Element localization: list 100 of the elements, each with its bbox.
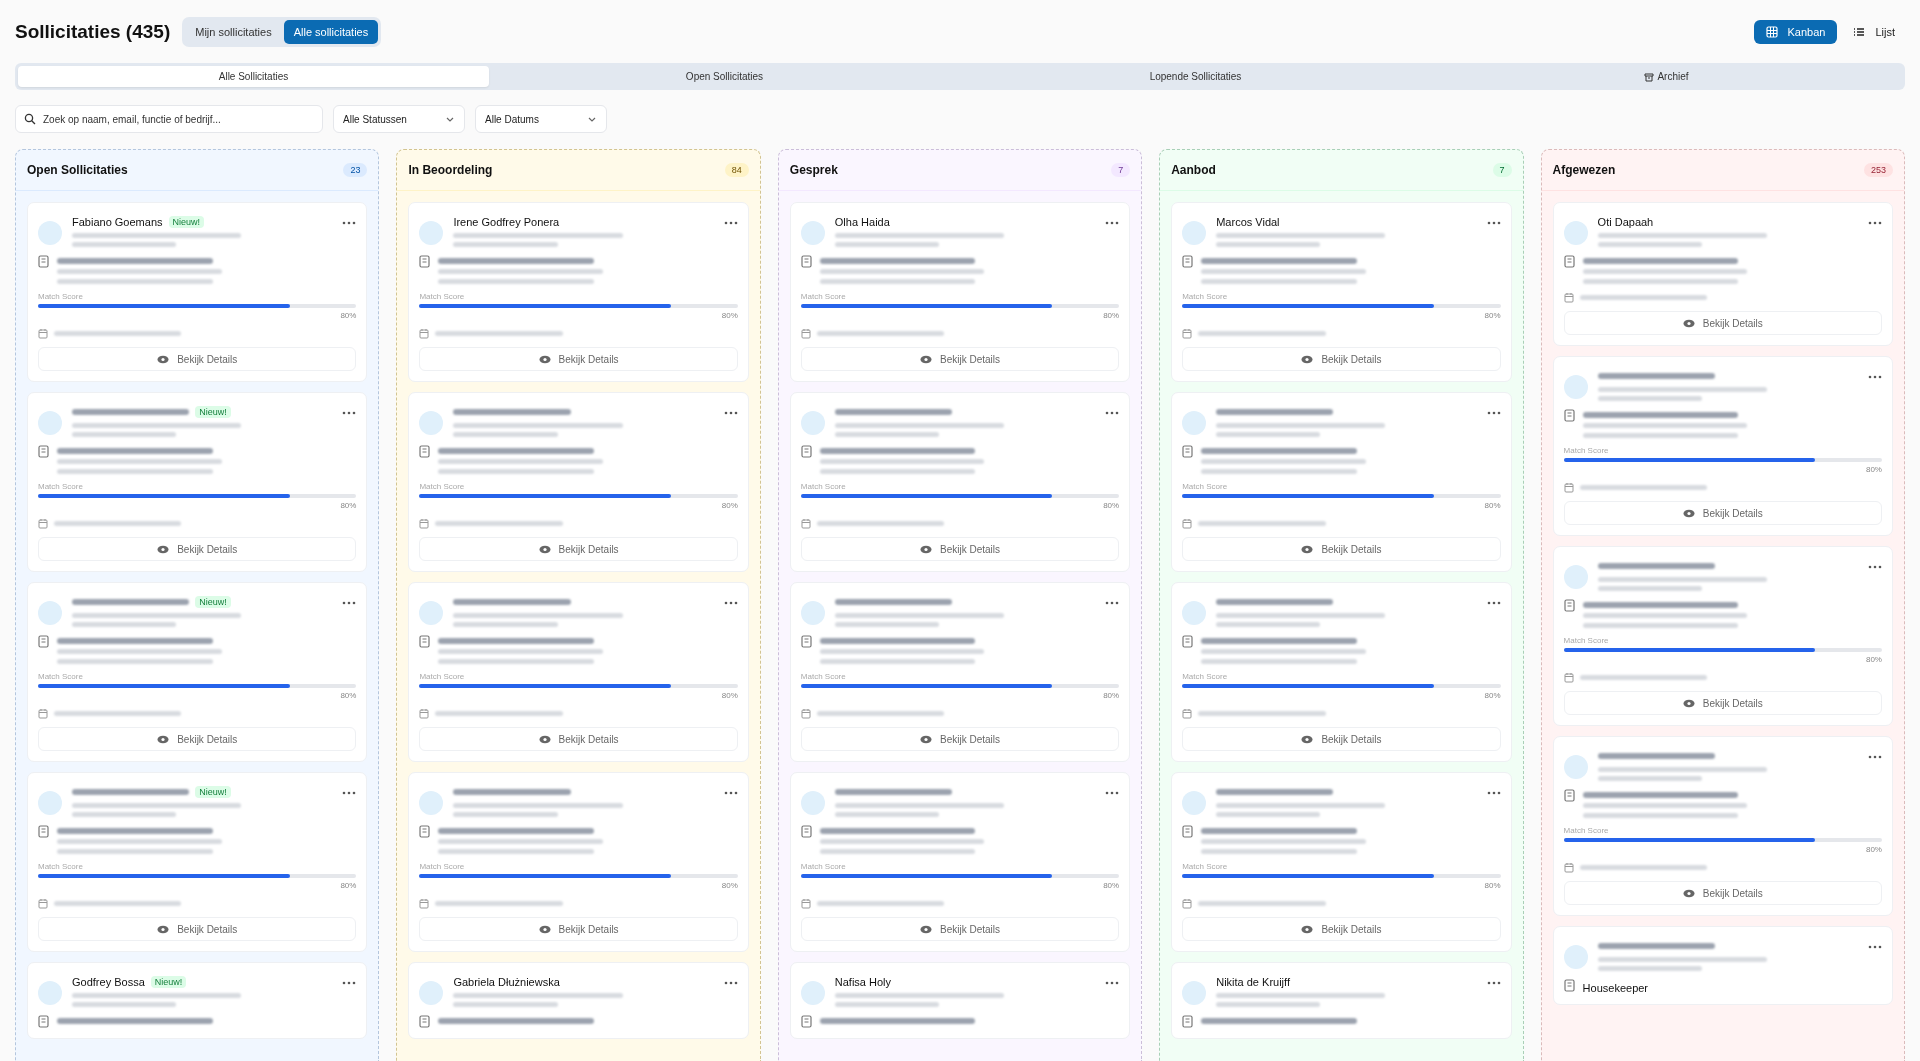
calendar-icon (419, 898, 430, 909)
more-icon[interactable] (342, 791, 357, 795)
column-title: Aanbod (1171, 163, 1216, 177)
calendar-icon (1563, 862, 1574, 873)
new-badge: Nieuw! (195, 596, 231, 608)
more-icon[interactable] (723, 601, 738, 605)
details-button[interactable]: Bekijk Details (1182, 537, 1501, 561)
details-button[interactable]: Bekijk Details (419, 917, 738, 941)
avatar (1563, 221, 1588, 245)
eye-icon (1301, 734, 1314, 744)
tab[interactable]: Archief (1431, 66, 1902, 87)
tab[interactable]: Alle Sollicitaties (18, 66, 489, 87)
more-icon[interactable] (342, 601, 357, 605)
calendar-icon (419, 708, 430, 719)
filter-dropdown[interactable]: Alle Statussen (333, 105, 465, 133)
avatar (38, 411, 62, 435)
avatar (419, 411, 444, 435)
more-icon[interactable] (723, 791, 738, 795)
column-title: Open Sollicitaties (27, 163, 128, 177)
more-icon[interactable] (723, 221, 738, 225)
applicant-name: Godfrey Bossa (72, 976, 145, 988)
match-score: 80% (721, 311, 738, 320)
details-button[interactable]: Bekijk Details (1563, 501, 1882, 525)
scope-option[interactable]: Mijn sollicitaties (185, 20, 282, 44)
applicant-name: Oti Dapaah (1597, 216, 1654, 228)
match-score: 80% (1484, 881, 1501, 890)
eye-icon (538, 924, 551, 934)
details-button[interactable]: Bekijk Details (38, 727, 357, 751)
match-label: Match Score (38, 672, 84, 681)
match-label: Match Score (800, 482, 847, 491)
details-button[interactable]: Bekijk Details (419, 347, 738, 371)
details-button[interactable]: Bekijk Details (800, 917, 1120, 941)
details-button[interactable]: Bekijk Details (419, 727, 738, 751)
details-button[interactable]: Bekijk Details (1563, 691, 1882, 715)
details-button[interactable]: Bekijk Details (1182, 917, 1501, 941)
scope-option[interactable]: Alle sollicitaties (283, 20, 379, 44)
eye-icon (538, 354, 551, 364)
filter-dropdown[interactable]: Alle Datums (475, 105, 607, 133)
applicant-name: Olha Haida (834, 216, 890, 228)
details-button[interactable]: Bekijk Details (1182, 347, 1501, 371)
view-option[interactable]: Lijst (1843, 20, 1905, 44)
more-icon[interactable] (1868, 221, 1882, 225)
calendar-icon (1563, 292, 1574, 303)
calendar-icon (1182, 708, 1193, 719)
tab[interactable]: Open Sollicitaties (489, 66, 960, 87)
more-icon[interactable] (1868, 945, 1882, 949)
match-label: Match Score (800, 672, 847, 681)
calendar-icon (38, 898, 48, 909)
tab[interactable]: Lopende Sollicitaties (960, 66, 1431, 87)
more-icon[interactable] (1868, 565, 1882, 569)
match-label: Match Score (1182, 672, 1229, 681)
more-icon[interactable] (1105, 221, 1120, 225)
more-icon[interactable] (342, 981, 357, 985)
eye-icon (1301, 924, 1314, 934)
more-icon[interactable] (723, 981, 738, 985)
match-label: Match Score (1563, 636, 1610, 645)
count-badge: 253 (1863, 163, 1893, 177)
avatar (800, 411, 825, 435)
eye-icon (1682, 888, 1695, 898)
eye-icon (919, 544, 932, 554)
more-icon[interactable] (1105, 411, 1120, 415)
more-icon[interactable] (1868, 375, 1882, 379)
match-score: 80% (340, 311, 357, 320)
details-button[interactable]: Bekijk Details (1182, 727, 1501, 751)
applicant-name: Marcos Vidal (1216, 216, 1280, 228)
details-button[interactable]: Bekijk Details (38, 537, 357, 561)
more-icon[interactable] (1105, 981, 1120, 985)
column-title: In Beoordeling (408, 163, 493, 177)
avatar (38, 221, 62, 245)
details-button[interactable]: Bekijk Details (800, 727, 1120, 751)
details-button[interactable]: Bekijk Details (800, 347, 1120, 371)
more-icon[interactable] (342, 411, 357, 415)
more-icon[interactable] (1486, 791, 1501, 795)
match-score: 80% (1103, 691, 1120, 700)
more-icon[interactable] (1868, 755, 1882, 759)
details-button[interactable]: Bekijk Details (1563, 311, 1882, 335)
more-icon[interactable] (1105, 791, 1120, 795)
eye-icon (919, 354, 932, 364)
details-button[interactable]: Bekijk Details (419, 537, 738, 561)
search-field[interactable]: Zoek op naam, email, functie of bedrijf... (15, 105, 323, 133)
details-button[interactable]: Bekijk Details (1563, 881, 1882, 905)
more-icon[interactable] (723, 411, 738, 415)
view-option[interactable]: Kanban (1753, 20, 1838, 44)
more-icon[interactable] (1486, 411, 1501, 415)
details-button[interactable]: Bekijk Details (38, 347, 357, 371)
match-label: Match Score (800, 292, 847, 301)
eye-icon (157, 924, 170, 934)
more-icon[interactable] (1486, 981, 1501, 985)
applicant-name: Irene Godfrey Ponera (453, 216, 560, 228)
details-button[interactable]: Bekijk Details (800, 537, 1120, 561)
calendar-icon (1563, 672, 1574, 683)
more-icon[interactable] (342, 221, 357, 225)
calendar-icon (1182, 518, 1193, 529)
more-icon[interactable] (1486, 601, 1501, 605)
match-score: 80% (1103, 501, 1120, 510)
details-button[interactable]: Bekijk Details (38, 917, 357, 941)
more-icon[interactable] (1486, 221, 1501, 225)
new-badge: Nieuw! (195, 786, 231, 798)
eye-icon (538, 734, 551, 744)
more-icon[interactable] (1105, 601, 1120, 605)
